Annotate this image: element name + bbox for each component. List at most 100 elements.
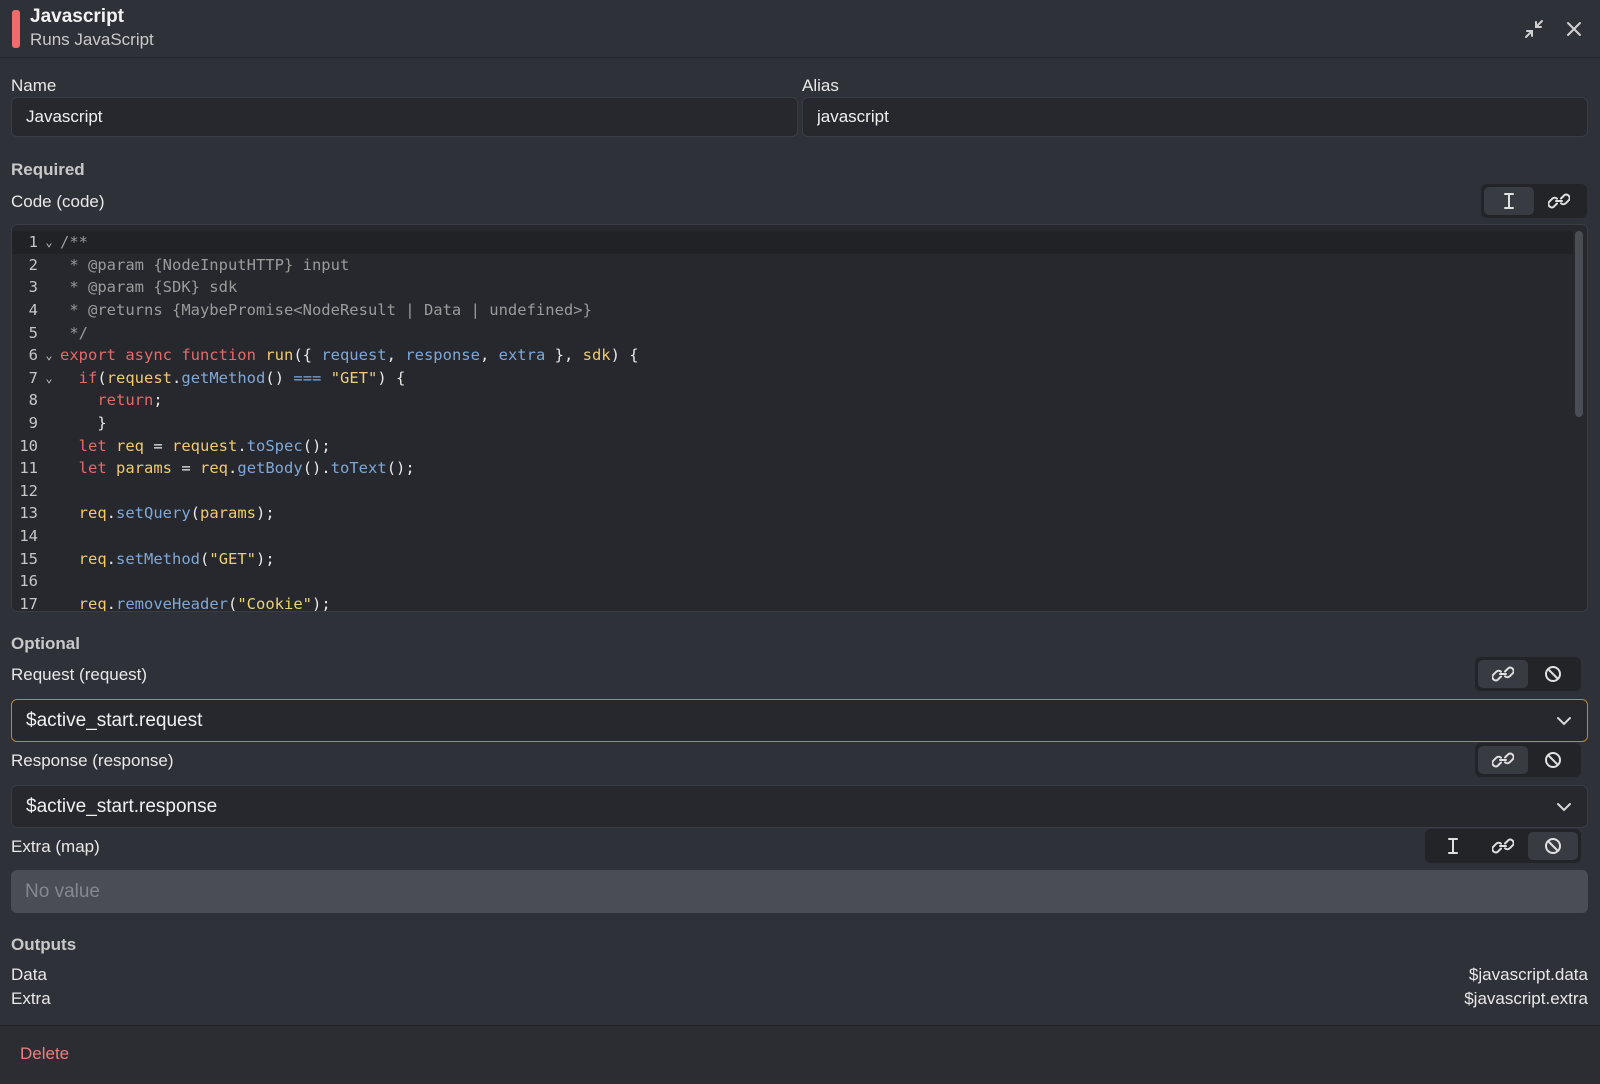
code-text: let params = req.getBody().toText();: [78, 459, 415, 478]
request-clear-button[interactable]: [1528, 660, 1578, 688]
line-number: 7: [28, 368, 38, 387]
code-line[interactable]: 1 ⌄/**: [12, 231, 1573, 254]
name-input[interactable]: [11, 97, 798, 137]
ban-icon: [1545, 838, 1561, 854]
code-line[interactable]: 8 return;: [12, 389, 1573, 412]
required-section-title: Required: [11, 160, 85, 179]
code-text: export async function run({ request, res…: [60, 346, 639, 365]
code-text: * @returns {MaybePromise<NodeResult | Da…: [60, 301, 592, 320]
code-line[interactable]: 16: [12, 570, 1573, 593]
code-text: req.removeHeader("Cookie");: [78, 594, 331, 612]
chevron-down-icon: [1557, 803, 1571, 812]
output-key-extra: Extra: [11, 989, 51, 1008]
link-mode-button[interactable]: [1534, 187, 1584, 215]
response-select[interactable]: $active_start.response: [11, 785, 1588, 828]
ban-icon: [1545, 752, 1561, 768]
link-icon: [1492, 752, 1514, 768]
request-label: Request (request): [11, 665, 148, 684]
response-label: Response (response): [11, 751, 174, 770]
code-label: Code (code): [11, 192, 105, 211]
code-line[interactable]: 2 * @param {NodeInputHTTP} input: [12, 254, 1573, 277]
line-number: 6: [28, 346, 38, 365]
code-text: if(request.getMethod() === "GET") {: [78, 368, 406, 387]
line-number: 2: [28, 255, 38, 274]
code-editor[interactable]: 1 ⌄/** 2 * @param {NodeInputHTTP} input 3 *…: [11, 224, 1588, 612]
line-number: 16: [19, 572, 38, 591]
code-line[interactable]: 17 req.removeHeader("Cookie");: [12, 593, 1573, 612]
line-number: 1: [28, 233, 38, 252]
code-text: */: [60, 323, 88, 342]
alias-input[interactable]: [802, 97, 1588, 137]
chevron-down-icon: [1557, 717, 1571, 726]
link-icon: [1548, 193, 1570, 209]
code-mode-toggle: [1481, 184, 1587, 218]
delete-button[interactable]: Delete: [20, 1044, 69, 1064]
code-line[interactable]: 11 let params = req.getBody().toText();: [12, 457, 1573, 480]
line-number: 14: [19, 527, 38, 546]
response-clear-button[interactable]: [1528, 746, 1578, 774]
code-line[interactable]: 9 }: [12, 412, 1573, 435]
node-subtitle: Runs JavaScript: [30, 30, 154, 49]
code-line[interactable]: 7 ⌄ if(request.getMethod() === "GET") {: [12, 367, 1573, 390]
extra-mode-toggle: [1425, 829, 1581, 863]
code-line[interactable]: 13 req.setQuery(params);: [12, 502, 1573, 525]
text-cursor-icon: [1448, 838, 1458, 854]
optional-section-title: Optional: [11, 634, 80, 653]
extra-field[interactable]: No value: [11, 870, 1588, 913]
code-line[interactable]: 12: [12, 480, 1573, 503]
code-line[interactable]: 15 req.setMethod("GET");: [12, 547, 1573, 570]
link-icon: [1492, 838, 1514, 854]
text-cursor-icon: [1504, 193, 1514, 209]
request-link-button[interactable]: [1478, 660, 1528, 688]
node-title: Javascript: [30, 6, 125, 27]
extra-placeholder: No value: [25, 880, 100, 902]
code-line[interactable]: 3 * @param {SDK} sdk: [12, 276, 1573, 299]
link-icon: [1492, 666, 1514, 682]
code-text: req.setQuery(params);: [78, 504, 275, 523]
code-text: }: [60, 414, 107, 433]
fold-chevron-icon[interactable]: ⌄: [38, 235, 60, 249]
text-mode-button[interactable]: [1484, 187, 1534, 215]
collapse-icon[interactable]: [1522, 17, 1546, 41]
line-number: 17: [19, 594, 38, 612]
line-number: 5: [28, 323, 38, 342]
extra-label: Extra (map): [11, 837, 100, 856]
output-key-data: Data: [11, 965, 47, 984]
request-select-value: $active_start.request: [26, 709, 203, 731]
line-number: 10: [19, 436, 38, 455]
code-line[interactable]: 10 let req = request.toSpec();: [12, 434, 1573, 457]
node-color-bar: [12, 10, 20, 48]
fold-chevron-icon[interactable]: ⌄: [38, 348, 60, 362]
extra-link-button[interactable]: [1478, 832, 1528, 860]
panel-footer: Delete: [0, 1025, 1600, 1084]
code-scrollbar[interactable]: [1575, 231, 1583, 417]
response-select-value: $active_start.response: [26, 795, 218, 817]
code-line[interactable]: 14: [12, 525, 1573, 548]
line-number: 13: [19, 504, 38, 523]
line-number: 11: [19, 459, 38, 478]
request-mode-toggle: [1475, 657, 1581, 691]
code-text: * @param {SDK} sdk: [60, 278, 238, 297]
code-text: return;: [97, 391, 163, 410]
request-select[interactable]: $active_start.request: [11, 699, 1588, 742]
code-text: req.setMethod("GET");: [78, 549, 275, 568]
output-value-data: $javascript.data: [1468, 965, 1588, 984]
code-text: let req = request.toSpec();: [78, 436, 331, 455]
name-label: Name: [11, 76, 57, 95]
panel-header: Javascript Runs JavaScript: [0, 0, 1600, 58]
code-line[interactable]: 5 */: [12, 321, 1573, 344]
code-line[interactable]: 4 * @returns {MaybePromise<NodeResult | …: [12, 299, 1573, 322]
line-number: 15: [19, 549, 38, 568]
close-icon[interactable]: [1562, 17, 1586, 41]
line-number: 3: [28, 278, 38, 297]
code-text: * @param {NodeInputHTTP} input: [60, 255, 350, 274]
fold-chevron-icon[interactable]: ⌄: [38, 371, 60, 385]
line-number: 4: [28, 301, 38, 320]
extra-clear-button[interactable]: [1528, 832, 1578, 860]
output-value-extra: $javascript.extra: [1464, 989, 1588, 1008]
line-number: 8: [28, 391, 38, 410]
response-link-button[interactable]: [1478, 746, 1528, 774]
code-line[interactable]: 6 ⌄ export async function run({ request, r…: [12, 344, 1573, 367]
extra-text-button[interactable]: [1428, 832, 1478, 860]
outputs-section-title: Outputs: [11, 935, 77, 954]
